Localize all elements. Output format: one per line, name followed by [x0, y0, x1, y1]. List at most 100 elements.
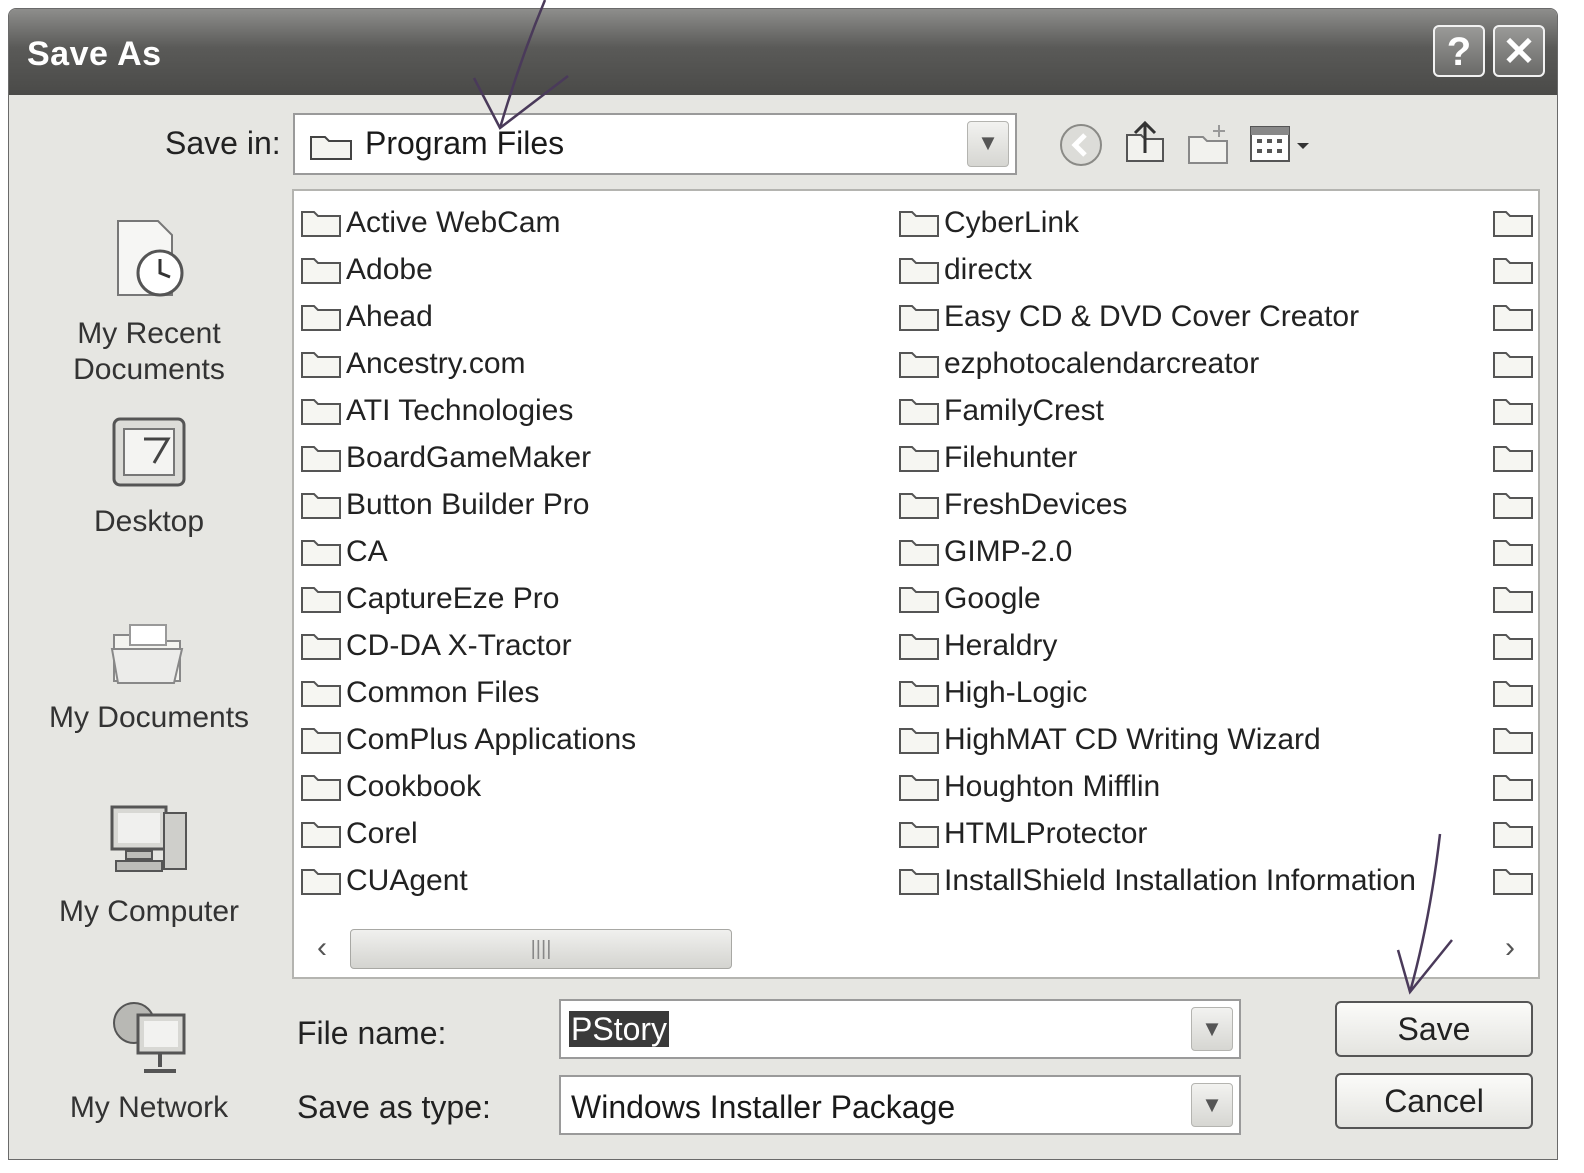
folder-item[interactable]: Adobe — [300, 246, 636, 293]
folder-name: Active WebCam — [346, 205, 561, 239]
place-my-computer[interactable]: My Computer — [17, 799, 281, 930]
folder-item[interactable]: Ahead — [300, 293, 636, 340]
folder-icon — [899, 492, 939, 519]
folder-icon — [1493, 821, 1533, 848]
folder-item-partial[interactable] — [1492, 293, 1538, 340]
folder-icon — [301, 774, 341, 801]
folder-icon — [301, 586, 341, 613]
folder-item[interactable]: Ancestry.com — [300, 340, 636, 387]
chevron-down-icon[interactable]: ▼ — [1191, 1083, 1233, 1127]
folder-item[interactable]: FamilyCrest — [898, 387, 1416, 434]
folder-icon — [899, 539, 939, 566]
folder-item[interactable]: directx — [898, 246, 1416, 293]
back-icon[interactable] — [1057, 121, 1105, 169]
folder-name: Button Builder Pro — [346, 487, 590, 521]
chevron-down-icon[interactable]: ▼ — [967, 121, 1009, 167]
place-my-documents[interactable]: My Documents — [17, 605, 281, 736]
folder-item-partial[interactable] — [1492, 387, 1538, 434]
help-button[interactable]: ? — [1433, 25, 1485, 77]
place-desktop[interactable]: Desktop — [17, 409, 281, 540]
folder-item[interactable]: Google — [898, 575, 1416, 622]
folder-item[interactable]: HighMAT CD Writing Wizard — [898, 716, 1416, 763]
folder-item-partial[interactable] — [1492, 763, 1538, 810]
folder-item-partial[interactable] — [1492, 575, 1538, 622]
save-in-dropdown[interactable]: Program Files ▼ — [293, 113, 1017, 175]
folder-name: Common Files — [346, 675, 540, 709]
folder-item[interactable]: Corel — [300, 810, 636, 857]
folder-item[interactable]: High-Logic — [898, 669, 1416, 716]
close-button[interactable]: ✕ — [1493, 25, 1545, 77]
title-bar: Save As ? ✕ — [9, 9, 1557, 95]
save-as-type-dropdown[interactable]: Windows Installer Package ▼ — [559, 1075, 1241, 1135]
place-my-recent-documents[interactable]: My Recent Documents — [17, 215, 281, 388]
folder-item[interactable]: Cookbook — [300, 763, 636, 810]
folder-item[interactable]: CA — [300, 528, 636, 575]
folder-name: HighMAT CD Writing Wizard — [944, 722, 1321, 756]
folder-item[interactable]: FreshDevices — [898, 481, 1416, 528]
folder-item[interactable]: Button Builder Pro — [300, 481, 636, 528]
folder-icon — [899, 727, 939, 754]
scroll-right-icon[interactable]: › — [1492, 929, 1528, 967]
folder-item-partial[interactable] — [1492, 340, 1538, 387]
file-name-field[interactable]: PStory ▼ — [559, 999, 1241, 1059]
folder-item[interactable]: InstallShield Installation Information — [898, 857, 1416, 904]
up-folder-icon[interactable] — [1121, 117, 1169, 165]
folder-item-partial[interactable] — [1492, 199, 1538, 246]
folder-icon — [301, 868, 341, 895]
cancel-button[interactable]: Cancel — [1335, 1073, 1533, 1129]
folder-item-partial[interactable] — [1492, 481, 1538, 528]
folder-item-partial[interactable] — [1492, 669, 1538, 716]
save-as-dialog: Save As ? ✕ Save in: Program Files ▼ My … — [8, 8, 1558, 1160]
folder-item[interactable]: BoardGameMaker — [300, 434, 636, 481]
folder-item[interactable]: Common Files — [300, 669, 636, 716]
folder-item-partial[interactable] — [1492, 857, 1538, 904]
folder-name: Cookbook — [346, 769, 482, 803]
folder-item[interactable]: ezphotocalendarcreator — [898, 340, 1416, 387]
folder-name: BoardGameMaker — [346, 440, 592, 474]
folder-name: Heraldry — [944, 628, 1058, 662]
save-button[interactable]: Save — [1335, 1001, 1533, 1057]
my-network-icon — [113, 1002, 186, 1073]
folder-icon — [1493, 351, 1533, 378]
folder-item[interactable]: CD-DA X-Tractor — [300, 622, 636, 669]
folder-item[interactable]: Heraldry — [898, 622, 1416, 669]
folder-icon — [1493, 727, 1533, 754]
folder-name: High-Logic — [944, 675, 1088, 709]
views-menu-icon[interactable] — [1249, 123, 1317, 167]
folder-item[interactable]: CyberLink — [898, 199, 1416, 246]
folder-item-partial[interactable] — [1492, 810, 1538, 857]
folder-icon — [899, 398, 939, 425]
folder-item-partial[interactable] — [1492, 434, 1538, 481]
folder-item[interactable]: CUAgent — [300, 857, 636, 904]
chevron-down-icon[interactable]: ▼ — [1191, 1007, 1233, 1051]
folder-item[interactable]: Active WebCam — [300, 199, 636, 246]
folder-item[interactable]: CaptureEze Pro — [300, 575, 636, 622]
window-title: Save As — [27, 35, 162, 73]
folder-icon — [301, 304, 341, 331]
file-column-2: CyberLink directx Easy CD & DVD Cover Crea… — [898, 199, 1416, 904]
file-list[interactable]: Active WebCam Adobe Ahead Ancestry.com ATI T… — [292, 189, 1540, 979]
folder-icon — [301, 210, 341, 237]
place-my-network[interactable]: My Network — [17, 995, 281, 1126]
folder-icon — [301, 398, 341, 425]
folder-icon — [1493, 586, 1533, 613]
folder-item[interactable]: Easy CD & DVD Cover Creator — [898, 293, 1416, 340]
new-folder-icon[interactable] — [1185, 121, 1233, 169]
desktop-icon — [112, 417, 186, 487]
folder-item-partial[interactable] — [1492, 622, 1538, 669]
file-name-label: File name: — [297, 1015, 447, 1051]
folder-name: Ancestry.com — [346, 346, 526, 380]
folder-item-partial[interactable] — [1492, 528, 1538, 575]
folder-item[interactable]: ComPlus Applications — [300, 716, 636, 763]
folder-item[interactable]: GIMP-2.0 — [898, 528, 1416, 575]
folder-item[interactable]: Houghton Mifflin — [898, 763, 1416, 810]
folder-item[interactable]: ATI Technologies — [300, 387, 636, 434]
folder-item-partial[interactable] — [1492, 716, 1538, 763]
folder-name: Filehunter — [944, 440, 1078, 474]
scroll-thumb[interactable]: |||| — [350, 929, 732, 969]
folder-item-partial[interactable] — [1492, 246, 1538, 293]
scroll-left-icon[interactable]: ‹ — [304, 929, 340, 967]
folder-item[interactable]: HTMLProtector — [898, 810, 1416, 857]
horizontal-scrollbar[interactable]: ‹ |||| › — [302, 927, 1530, 971]
folder-item[interactable]: Filehunter — [898, 434, 1416, 481]
